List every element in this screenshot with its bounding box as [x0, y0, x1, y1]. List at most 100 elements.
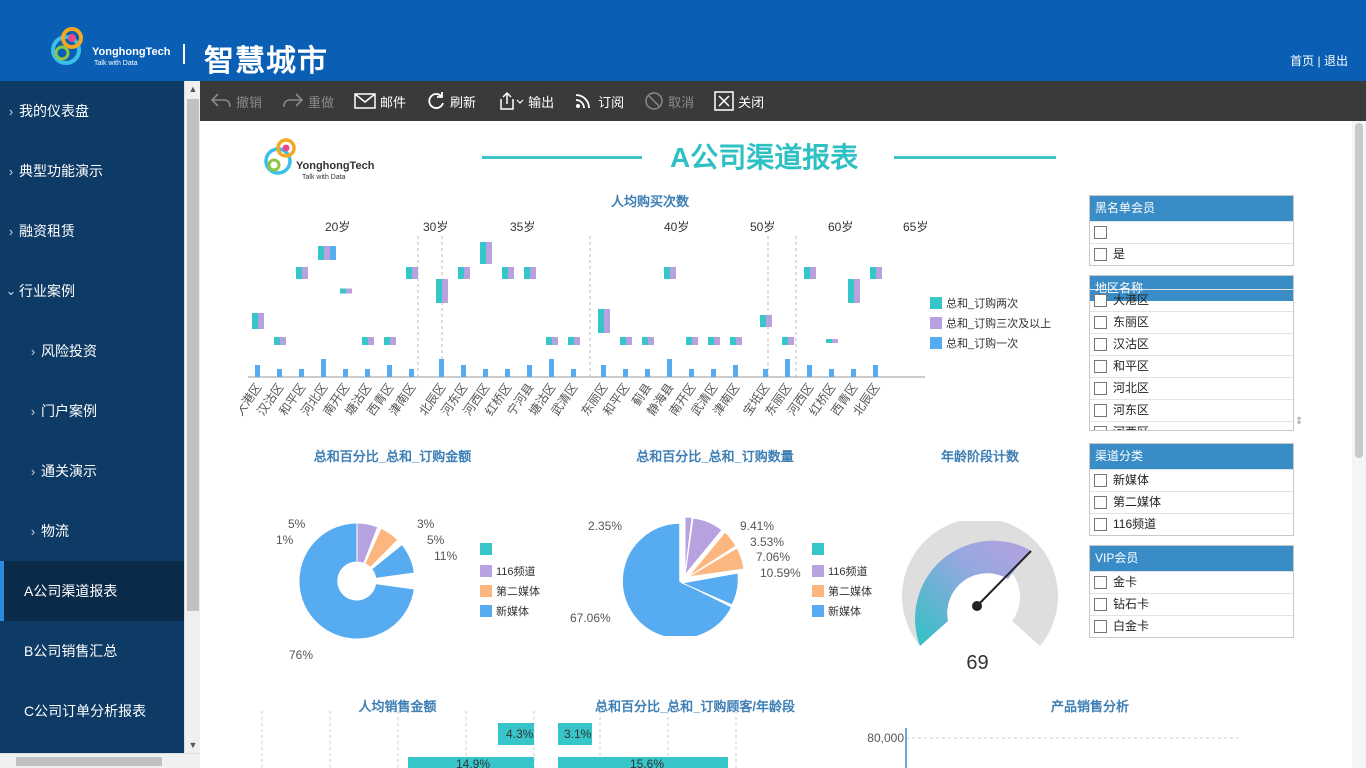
sidebar-hscrollbar[interactable]: [0, 753, 200, 768]
subscribe-button[interactable]: 订阅: [574, 92, 624, 111]
sidebar-scroll-thumb[interactable]: [187, 99, 199, 611]
filter-option[interactable]: 汉沽区: [1090, 333, 1293, 355]
group-label: 50岁: [750, 219, 775, 234]
filter-option[interactable]: 河西区: [1090, 421, 1293, 430]
checkbox[interactable]: [1094, 360, 1107, 373]
content-scrollbar[interactable]: [1352, 121, 1366, 768]
logout-link[interactable]: 退出: [1324, 54, 1348, 68]
filter-option[interactable]: 河北区: [1090, 377, 1293, 399]
filter-option[interactable]: 白金卡: [1090, 615, 1293, 637]
checkbox[interactable]: [1094, 338, 1107, 351]
scroll-up-icon[interactable]: ▲: [185, 81, 201, 97]
bar: [252, 313, 258, 329]
mail-button[interactable]: 邮件: [354, 92, 406, 111]
bar: [296, 267, 302, 279]
checkbox[interactable]: [1094, 226, 1107, 239]
bar: [736, 337, 742, 345]
sidebar-item-customs[interactable]: › 通关演示: [0, 441, 184, 501]
checkbox[interactable]: [1094, 474, 1107, 487]
report-logo-subtext: Talk with Data: [302, 174, 346, 181]
app-header: YonghongTech Talk with Data 智慧城市 首页 | 退出: [0, 0, 1366, 81]
filter-option[interactable]: [1090, 221, 1293, 243]
bar: [826, 339, 832, 343]
checkbox[interactable]: [1094, 426, 1107, 430]
cancel-button[interactable]: 取消: [644, 91, 694, 111]
filter-option[interactable]: 河东区: [1090, 399, 1293, 421]
legend-item: 第二媒体: [812, 583, 872, 599]
checkbox[interactable]: [1094, 496, 1107, 509]
chevron-right-icon: ›: [8, 163, 14, 179]
filter-option[interactable]: 116频道: [1090, 513, 1293, 535]
bar: [667, 359, 672, 377]
checkbox[interactable]: [1094, 316, 1107, 329]
bar: [527, 365, 532, 377]
sidebar-item-industry-cases[interactable]: ⌄ 行业案例: [0, 261, 184, 321]
bar: [670, 267, 676, 279]
sidebar-item-feature-demo[interactable]: › 典型功能演示: [0, 141, 184, 201]
legend-label: 第二媒体: [828, 586, 872, 598]
bar: [442, 279, 448, 303]
close-button[interactable]: 关闭: [714, 91, 764, 111]
bar-label: 3.1%: [564, 727, 592, 741]
filter-option[interactable]: 第二媒体: [1090, 491, 1293, 513]
checkbox[interactable]: [1094, 382, 1107, 395]
checkbox[interactable]: [1094, 576, 1107, 589]
filter-option[interactable]: 钻石卡: [1090, 593, 1293, 615]
filter-option[interactable]: 金卡: [1090, 571, 1293, 593]
bar: [873, 365, 878, 377]
sidebar-item-leasing[interactable]: › 融资租赁: [0, 201, 184, 261]
hscroll-thumb[interactable]: [16, 757, 162, 766]
scroll-down-icon[interactable]: ▼: [185, 737, 201, 753]
bar: [406, 267, 412, 279]
filter-option[interactable]: 新媒体: [1090, 469, 1293, 491]
bar: [384, 337, 390, 345]
bar: [711, 369, 716, 377]
bar: [574, 337, 580, 345]
bar: [571, 369, 576, 377]
legend-swatch: [812, 605, 824, 617]
sidebar-item-portal[interactable]: › 门户案例: [0, 381, 184, 441]
checkbox[interactable]: [1094, 248, 1107, 261]
home-link[interactable]: 首页: [1290, 54, 1314, 68]
export-button[interactable]: 输出: [496, 91, 554, 111]
sidebar-item-a-company-report[interactable]: A公司渠道报表: [0, 561, 184, 621]
report-logo: YonghongTech Talk with Data: [264, 133, 374, 183]
bar: [486, 242, 492, 264]
checkbox[interactable]: [1094, 294, 1107, 307]
sidebar-scrollbar[interactable]: ▲ ▼: [184, 81, 200, 753]
sidebar-item-c-company-orders[interactable]: C公司订单分析报表: [0, 681, 184, 741]
sidebar-item-logistics[interactable]: › 物流: [0, 501, 184, 561]
bar: [277, 369, 282, 377]
filter-option[interactable]: 和平区: [1090, 355, 1293, 377]
bar: [804, 267, 810, 279]
undo-button[interactable]: 撤销: [210, 91, 262, 111]
redo-button[interactable]: 重做: [282, 91, 334, 111]
refresh-button[interactable]: 刷新: [426, 91, 476, 111]
yonghong-logo[interactable]: YonghongTech Talk with Data: [50, 20, 180, 72]
sidebar-item-label: A公司渠道报表: [24, 583, 118, 599]
chevron-down-icon: ⌄: [5, 283, 17, 298]
region-scroll-icon[interactable]: ⇕: [1295, 416, 1303, 427]
sidebar-item-my-dashboard[interactable]: › 我的仪表盘: [0, 81, 184, 141]
bar: [714, 337, 720, 345]
content-scroll-thumb[interactable]: [1355, 123, 1363, 458]
slice-label: 5%: [427, 533, 445, 547]
bar: [598, 309, 604, 333]
filter-option-label: 钻石卡: [1113, 597, 1150, 611]
legend-label: 总和_订购一次: [946, 338, 1019, 350]
sidebar-item-label: 典型功能演示: [19, 163, 103, 179]
checkbox[interactable]: [1094, 598, 1107, 611]
bar: [546, 337, 552, 345]
filter-option-label: 新媒体: [1113, 473, 1150, 487]
sidebar-item-venture[interactable]: › 风险投资: [0, 321, 184, 381]
checkbox[interactable]: [1094, 518, 1107, 531]
sidebar-item-b-company-sales[interactable]: B公司销售汇总: [0, 621, 184, 681]
filter-option[interactable]: 东丽区: [1090, 311, 1293, 333]
checkbox[interactable]: [1094, 620, 1107, 633]
checkbox[interactable]: [1094, 404, 1107, 417]
filter-option[interactable]: 大港区: [1090, 289, 1293, 311]
bar: [346, 288, 352, 294]
slice-label: 76%: [289, 648, 313, 662]
filter-option[interactable]: 是: [1090, 243, 1293, 265]
filter-option-label: 和平区: [1113, 359, 1150, 373]
